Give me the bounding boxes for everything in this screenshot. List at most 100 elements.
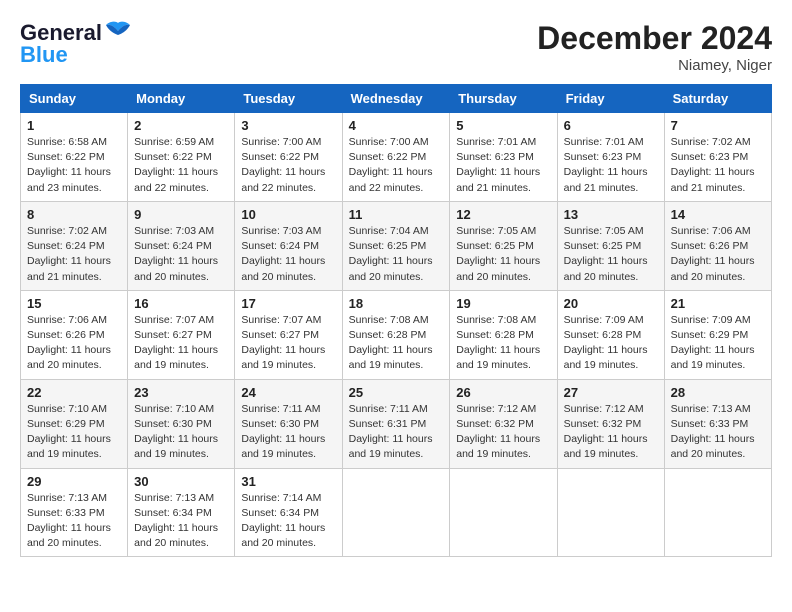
table-row: 18 Sunrise: 7:08 AMSunset: 6:28 PMDaylig… (342, 290, 450, 379)
header-sunday: Sunday (21, 85, 128, 113)
table-row: 11 Sunrise: 7:04 AMSunset: 6:25 PMDaylig… (342, 201, 450, 290)
table-row: 24 Sunrise: 7:11 AMSunset: 6:30 PMDaylig… (235, 379, 342, 468)
day-number: 5 (456, 118, 550, 133)
table-row: 23 Sunrise: 7:10 AMSunset: 6:30 PMDaylig… (128, 379, 235, 468)
day-number: 27 (564, 385, 658, 400)
day-info: Sunrise: 7:11 AMSunset: 6:31 PMDaylight:… (349, 402, 444, 463)
location: Niamey, Niger (537, 57, 772, 74)
day-number: 28 (671, 385, 765, 400)
day-number: 19 (456, 296, 550, 311)
table-row: 30 Sunrise: 7:13 AMSunset: 6:34 PMDaylig… (128, 468, 235, 557)
day-info: Sunrise: 7:06 AMSunset: 6:26 PMDaylight:… (27, 313, 121, 374)
table-row: 13 Sunrise: 7:05 AMSunset: 6:25 PMDaylig… (557, 201, 664, 290)
day-info: Sunrise: 7:13 AMSunset: 6:33 PMDaylight:… (27, 491, 121, 552)
day-info: Sunrise: 7:08 AMSunset: 6:28 PMDaylight:… (349, 313, 444, 374)
header-thursday: Thursday (450, 85, 557, 113)
day-info: Sunrise: 7:09 AMSunset: 6:28 PMDaylight:… (564, 313, 658, 374)
day-number: 25 (349, 385, 444, 400)
day-info: Sunrise: 7:13 AMSunset: 6:34 PMDaylight:… (134, 491, 228, 552)
day-info: Sunrise: 6:58 AMSunset: 6:22 PMDaylight:… (27, 135, 121, 196)
day-number: 17 (241, 296, 335, 311)
table-row: 12 Sunrise: 7:05 AMSunset: 6:25 PMDaylig… (450, 201, 557, 290)
table-row: 17 Sunrise: 7:07 AMSunset: 6:27 PMDaylig… (235, 290, 342, 379)
title-block: December 2024 Niamey, Niger (537, 20, 772, 74)
day-number: 2 (134, 118, 228, 133)
day-number: 4 (349, 118, 444, 133)
day-info: Sunrise: 7:02 AMSunset: 6:23 PMDaylight:… (671, 135, 765, 196)
day-number: 21 (671, 296, 765, 311)
day-info: Sunrise: 7:01 AMSunset: 6:23 PMDaylight:… (564, 135, 658, 196)
day-number: 13 (564, 207, 658, 222)
day-info: Sunrise: 7:05 AMSunset: 6:25 PMDaylight:… (456, 224, 550, 285)
table-row: 29 Sunrise: 7:13 AMSunset: 6:33 PMDaylig… (21, 468, 128, 557)
day-info: Sunrise: 7:01 AMSunset: 6:23 PMDaylight:… (456, 135, 550, 196)
table-row (664, 468, 771, 557)
day-info: Sunrise: 7:00 AMSunset: 6:22 PMDaylight:… (241, 135, 335, 196)
day-number: 16 (134, 296, 228, 311)
page-header: General Blue December 2024 Niamey, Niger (20, 20, 772, 74)
day-number: 14 (671, 207, 765, 222)
table-row: 22 Sunrise: 7:10 AMSunset: 6:29 PMDaylig… (21, 379, 128, 468)
table-row: 9 Sunrise: 7:03 AMSunset: 6:24 PMDayligh… (128, 201, 235, 290)
day-info: Sunrise: 7:06 AMSunset: 6:26 PMDaylight:… (671, 224, 765, 285)
day-info: Sunrise: 7:11 AMSunset: 6:30 PMDaylight:… (241, 402, 335, 463)
header-tuesday: Tuesday (235, 85, 342, 113)
table-row (450, 468, 557, 557)
table-row: 7 Sunrise: 7:02 AMSunset: 6:23 PMDayligh… (664, 113, 771, 202)
table-row: 31 Sunrise: 7:14 AMSunset: 6:34 PMDaylig… (235, 468, 342, 557)
table-row: 3 Sunrise: 7:00 AMSunset: 6:22 PMDayligh… (235, 113, 342, 202)
table-row: 6 Sunrise: 7:01 AMSunset: 6:23 PMDayligh… (557, 113, 664, 202)
day-number: 30 (134, 474, 228, 489)
table-row (342, 468, 450, 557)
calendar-table: Sunday Monday Tuesday Wednesday Thursday… (20, 84, 772, 557)
table-row: 4 Sunrise: 7:00 AMSunset: 6:22 PMDayligh… (342, 113, 450, 202)
day-info: Sunrise: 7:03 AMSunset: 6:24 PMDaylight:… (134, 224, 228, 285)
table-row: 8 Sunrise: 7:02 AMSunset: 6:24 PMDayligh… (21, 201, 128, 290)
day-number: 3 (241, 118, 335, 133)
day-info: Sunrise: 7:09 AMSunset: 6:29 PMDaylight:… (671, 313, 765, 374)
logo: General Blue (20, 20, 132, 68)
day-info: Sunrise: 7:00 AMSunset: 6:22 PMDaylight:… (349, 135, 444, 196)
day-number: 15 (27, 296, 121, 311)
header-monday: Monday (128, 85, 235, 113)
header-friday: Friday (557, 85, 664, 113)
calendar-header-row: Sunday Monday Tuesday Wednesday Thursday… (21, 85, 772, 113)
table-row: 5 Sunrise: 7:01 AMSunset: 6:23 PMDayligh… (450, 113, 557, 202)
table-row: 16 Sunrise: 7:07 AMSunset: 6:27 PMDaylig… (128, 290, 235, 379)
table-row: 1 Sunrise: 6:58 AMSunset: 6:22 PMDayligh… (21, 113, 128, 202)
day-info: Sunrise: 7:12 AMSunset: 6:32 PMDaylight:… (456, 402, 550, 463)
logo-blue-text: Blue (20, 42, 68, 67)
day-number: 11 (349, 207, 444, 222)
day-number: 6 (564, 118, 658, 133)
day-number: 31 (241, 474, 335, 489)
day-number: 9 (134, 207, 228, 222)
day-info: Sunrise: 7:05 AMSunset: 6:25 PMDaylight:… (564, 224, 658, 285)
table-row: 15 Sunrise: 7:06 AMSunset: 6:26 PMDaylig… (21, 290, 128, 379)
day-info: Sunrise: 7:14 AMSunset: 6:34 PMDaylight:… (241, 491, 335, 552)
day-info: Sunrise: 7:07 AMSunset: 6:27 PMDaylight:… (134, 313, 228, 374)
table-row: 21 Sunrise: 7:09 AMSunset: 6:29 PMDaylig… (664, 290, 771, 379)
day-info: Sunrise: 7:03 AMSunset: 6:24 PMDaylight:… (241, 224, 335, 285)
day-number: 29 (27, 474, 121, 489)
day-number: 18 (349, 296, 444, 311)
day-number: 20 (564, 296, 658, 311)
day-info: Sunrise: 7:13 AMSunset: 6:33 PMDaylight:… (671, 402, 765, 463)
table-row: 20 Sunrise: 7:09 AMSunset: 6:28 PMDaylig… (557, 290, 664, 379)
day-info: Sunrise: 7:02 AMSunset: 6:24 PMDaylight:… (27, 224, 121, 285)
day-info: Sunrise: 7:12 AMSunset: 6:32 PMDaylight:… (564, 402, 658, 463)
day-number: 10 (241, 207, 335, 222)
calendar-week-row: 29 Sunrise: 7:13 AMSunset: 6:33 PMDaylig… (21, 468, 772, 557)
day-info: Sunrise: 7:07 AMSunset: 6:27 PMDaylight:… (241, 313, 335, 374)
month-title: December 2024 (537, 20, 772, 57)
table-row: 28 Sunrise: 7:13 AMSunset: 6:33 PMDaylig… (664, 379, 771, 468)
day-number: 1 (27, 118, 121, 133)
day-number: 23 (134, 385, 228, 400)
header-saturday: Saturday (664, 85, 771, 113)
day-number: 8 (27, 207, 121, 222)
table-row: 26 Sunrise: 7:12 AMSunset: 6:32 PMDaylig… (450, 379, 557, 468)
day-info: Sunrise: 6:59 AMSunset: 6:22 PMDaylight:… (134, 135, 228, 196)
table-row: 19 Sunrise: 7:08 AMSunset: 6:28 PMDaylig… (450, 290, 557, 379)
header-wednesday: Wednesday (342, 85, 450, 113)
calendar-week-row: 8 Sunrise: 7:02 AMSunset: 6:24 PMDayligh… (21, 201, 772, 290)
day-number: 22 (27, 385, 121, 400)
